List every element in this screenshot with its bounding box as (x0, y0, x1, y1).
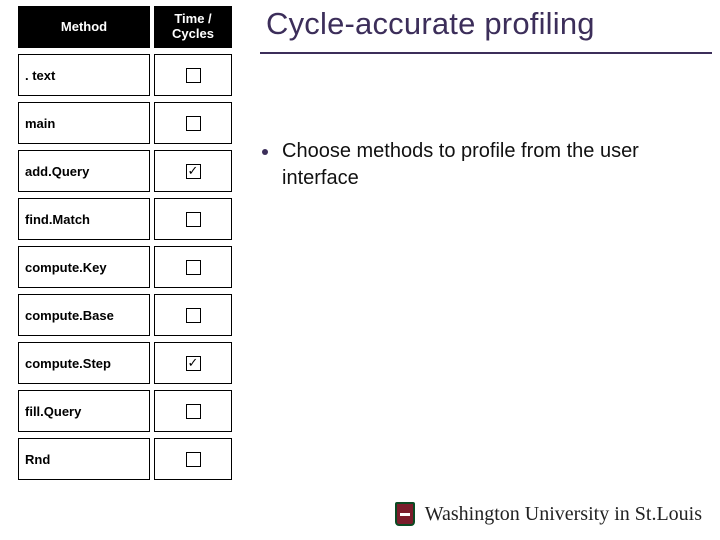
table-row: fill.Query (18, 390, 238, 432)
table-row: compute.Base (18, 294, 238, 336)
cycles-cell: ✓ (154, 342, 232, 384)
table-row: find.Match (18, 198, 238, 240)
table-row: compute.Key (18, 246, 238, 288)
checkbox-icon[interactable] (186, 308, 201, 323)
cycles-cell (154, 102, 232, 144)
checkbox-icon[interactable] (186, 404, 201, 419)
table-row: . text (18, 54, 238, 96)
table-row: compute.Step ✓ (18, 342, 238, 384)
checkbox-icon[interactable] (186, 212, 201, 227)
university-shield-icon (395, 502, 415, 526)
method-table: Method Time / Cycles . text main add.Que… (18, 6, 238, 486)
method-name: compute.Base (18, 294, 150, 336)
method-name: compute.Key (18, 246, 150, 288)
footer-text: Washington University in St.Louis (425, 503, 702, 526)
cycles-cell (154, 54, 232, 96)
slide: Cycle-accurate profiling Method Time / C… (0, 0, 720, 540)
bullet-dot-icon (262, 149, 268, 155)
table-row: Rnd (18, 438, 238, 480)
cycles-cell (154, 390, 232, 432)
method-name: fill.Query (18, 390, 150, 432)
page-title: Cycle-accurate profiling (266, 6, 595, 42)
title-underline (260, 52, 712, 54)
footer: Washington University in St.Louis (395, 502, 702, 526)
checkbox-icon[interactable] (186, 68, 201, 83)
header-method: Method (18, 6, 150, 48)
cycles-cell (154, 294, 232, 336)
cycles-cell (154, 438, 232, 480)
table-row: add.Query ✓ (18, 150, 238, 192)
method-name: add.Query (18, 150, 150, 192)
checkbox-icon[interactable] (186, 260, 201, 275)
method-name: main (18, 102, 150, 144)
checkbox-icon[interactable] (186, 452, 201, 467)
method-name: find.Match (18, 198, 150, 240)
checkbox-icon[interactable]: ✓ (186, 164, 201, 179)
cycles-cell (154, 198, 232, 240)
bullet-text: Choose methods to profile from the user … (282, 138, 692, 192)
cycles-cell: ✓ (154, 150, 232, 192)
checkbox-icon[interactable]: ✓ (186, 356, 201, 371)
table-header: Method Time / Cycles (18, 6, 238, 48)
table-row: main (18, 102, 238, 144)
header-time-cycles: Time / Cycles (154, 6, 232, 48)
method-name: compute.Step (18, 342, 150, 384)
checkbox-icon[interactable] (186, 116, 201, 131)
bullet-item: Choose methods to profile from the user … (262, 138, 692, 192)
method-name: Rnd (18, 438, 150, 480)
cycles-cell (154, 246, 232, 288)
method-name: . text (18, 54, 150, 96)
